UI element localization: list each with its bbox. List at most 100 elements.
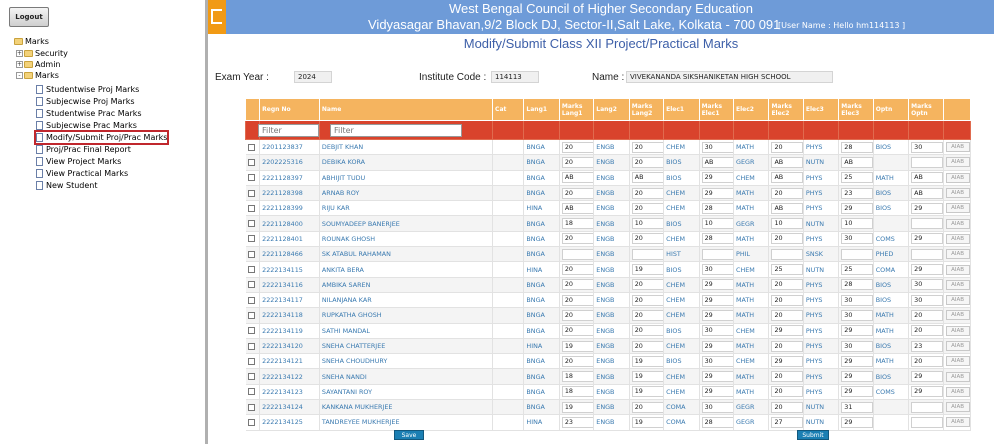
tree-item-studentwise-proj-marks[interactable]: Studentwise Proj Marks [36,84,139,95]
marks-input[interactable]: 30 [701,264,733,276]
marks-input[interactable]: 20 [771,141,803,153]
marks-input[interactable]: 29 [701,309,733,321]
marks-input[interactable]: 10 [701,218,733,230]
marks-input[interactable]: 20 [631,294,663,306]
marks-input[interactable]: 20 [561,309,593,321]
marks-input[interactable]: 29 [911,371,943,383]
column-header-2[interactable]: Name [318,98,494,121]
marks-input[interactable]: 19 [561,401,593,413]
marks-input[interactable]: 29 [771,325,803,337]
tree-folder-security[interactable]: + Security [16,48,68,59]
marks-input[interactable]: 29 [841,386,873,398]
marks-input[interactable]: AB [631,172,663,184]
marks-input[interactable]: 29 [841,202,873,214]
marks-input[interactable]: 20 [771,401,803,413]
aiab-button[interactable]: AIAB [945,203,970,214]
aiab-button[interactable]: AIAB [945,279,970,290]
marks-input[interactable]: 20 [561,325,593,337]
marks-input[interactable]: 19 [631,386,663,398]
marks-input[interactable]: 30 [911,279,943,291]
aiab-button[interactable]: AIAB [945,356,970,367]
marks-input[interactable]: 18 [561,386,593,398]
aiab-button[interactable]: AIAB [945,295,970,306]
column-header-10[interactable]: Elec2 [732,98,770,121]
column-header-14[interactable]: Optn [872,98,910,121]
row-checkbox[interactable] [247,311,255,319]
marks-input[interactable] [911,156,943,168]
marks-input[interactable]: 19 [631,355,663,367]
row-checkbox[interactable] [247,403,255,411]
tree-item-view-practical-marks[interactable]: View Practical Marks [36,168,128,179]
marks-input[interactable]: 28 [701,202,733,214]
marks-input[interactable]: 20 [771,386,803,398]
marks-input[interactable]: 30 [701,355,733,367]
marks-input[interactable]: 20 [911,325,943,337]
marks-input[interactable]: 29 [701,386,733,398]
tree-item-view-project-marks[interactable]: View Project Marks [36,156,121,167]
marks-input[interactable]: 29 [701,279,733,291]
row-checkbox[interactable] [247,418,255,426]
expand-toggle-icon[interactable]: + [16,50,23,57]
marks-input[interactable]: 29 [701,340,733,352]
marks-input[interactable]: 10 [631,218,663,230]
marks-input[interactable]: 28 [841,279,873,291]
marks-input[interactable]: 30 [841,233,873,245]
marks-input[interactable]: 30 [701,141,733,153]
row-checkbox[interactable] [247,357,255,365]
aiab-button[interactable]: AIAB [945,386,970,397]
aiab-button[interactable]: AIAB [945,142,970,153]
marks-input[interactable]: 23 [561,416,593,428]
row-checkbox[interactable] [247,174,255,182]
row-checkbox[interactable] [247,235,255,243]
marks-input[interactable]: 25 [841,264,873,276]
marks-input[interactable] [911,401,943,413]
marks-input[interactable]: AB [771,202,803,214]
column-header-3[interactable]: Cat [492,98,525,121]
column-header-1[interactable]: Regn No [259,98,320,121]
row-checkbox[interactable] [247,189,255,197]
marks-input[interactable]: 23 [911,340,943,352]
marks-input[interactable]: AB [561,202,593,214]
tree-root[interactable]: Marks [14,36,49,47]
marks-input[interactable]: 20 [631,340,663,352]
aiab-button[interactable]: AIAB [945,188,970,199]
tree-folder-admin[interactable]: + Admin [16,59,61,70]
marks-input[interactable] [911,416,943,428]
marks-input[interactable]: 20 [631,141,663,153]
aiab-button[interactable]: AIAB [945,264,970,275]
marks-input[interactable]: 20 [771,187,803,199]
marks-input[interactable]: AB [701,156,733,168]
marks-input[interactable]: 29 [701,294,733,306]
marks-input[interactable]: 20 [561,141,593,153]
tree-item-new-student[interactable]: New Student [36,180,97,191]
marks-input[interactable]: 20 [561,187,593,199]
marks-input[interactable]: 20 [561,156,593,168]
row-checkbox[interactable] [247,250,255,258]
column-header-11[interactable]: Marks Elec2 [768,98,804,121]
expand-toggle-icon[interactable]: + [16,61,23,68]
column-header-5[interactable]: Marks Lang1 [558,98,595,121]
marks-input[interactable]: AB [841,156,873,168]
column-header-7[interactable]: Marks Lang2 [628,98,665,121]
marks-input[interactable] [631,248,663,260]
aiab-button[interactable]: AIAB [945,341,970,351]
column-header-12[interactable]: Elec3 [802,98,840,121]
marks-input[interactable]: 29 [841,325,873,337]
marks-input[interactable]: 20 [631,156,663,168]
marks-input[interactable]: 19 [631,371,663,383]
marks-input[interactable]: 29 [701,371,733,383]
marks-input[interactable]: AB [561,172,593,184]
marks-input[interactable]: 29 [911,264,943,276]
marks-input[interactable]: 30 [841,340,873,352]
aiab-button[interactable]: AIAB [945,172,970,183]
row-checkbox[interactable] [247,204,255,212]
marks-input[interactable]: 20 [631,325,663,337]
aiab-button[interactable]: AIAB [945,233,970,244]
marks-input[interactable]: 29 [911,202,943,214]
marks-input[interactable]: 23 [841,187,873,199]
marks-input[interactable]: 20 [771,309,803,321]
marks-input[interactable]: 29 [911,233,943,245]
marks-input[interactable]: 20 [561,264,593,276]
tree-item-studentwise-prac-marks[interactable]: Studentwise Prac Marks [36,108,142,119]
row-checkbox[interactable] [247,143,255,151]
